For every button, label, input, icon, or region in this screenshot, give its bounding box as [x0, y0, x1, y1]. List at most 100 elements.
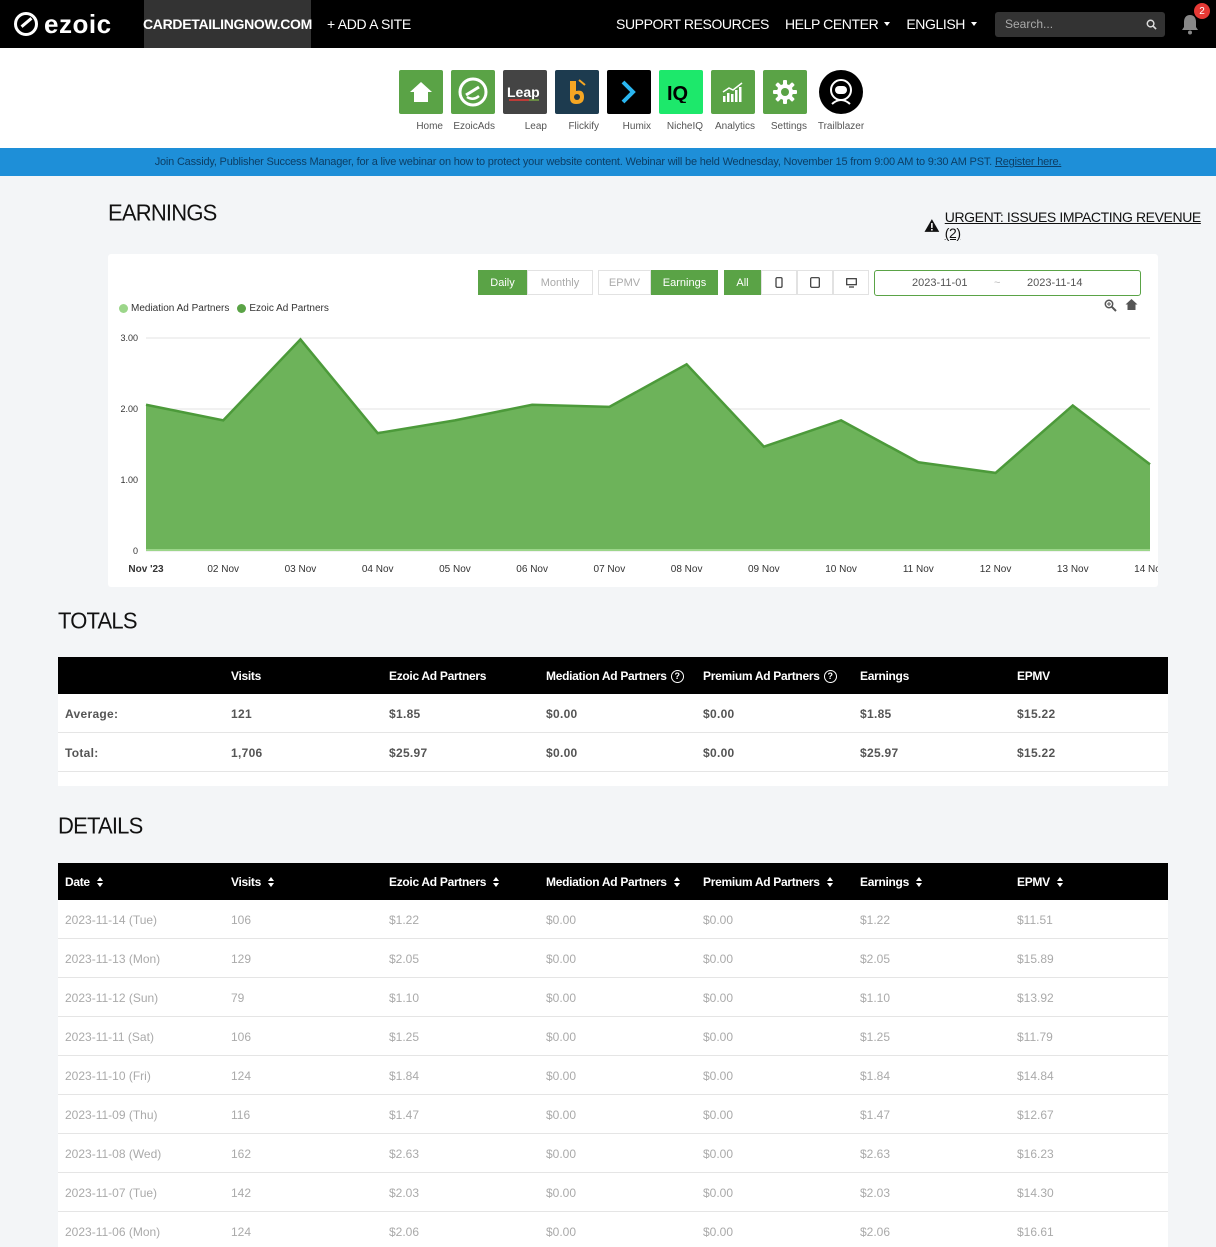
column-header-label: Visits [231, 875, 261, 889]
column-header[interactable]: EPMV [1017, 875, 1063, 889]
humix-icon [607, 70, 651, 114]
column-header: Earnings [860, 669, 909, 683]
sort-icon [915, 877, 922, 887]
app-humix[interactable]: Humix [607, 70, 651, 134]
table-cell: $11.51 [1017, 913, 1053, 927]
table-cell: 106 [231, 913, 252, 927]
column-header[interactable]: Date [65, 875, 103, 889]
x-tick-label: 03 Nov [285, 564, 317, 575]
table-cell: $16.61 [1017, 1225, 1054, 1239]
app-nicheiq[interactable]: IQ NicheIQ [659, 70, 703, 134]
table-cell: 2023-11-06 (Mon) [65, 1225, 161, 1239]
app-label: Analytics [714, 121, 755, 132]
app-ezoicads[interactable]: EzoicAds [451, 70, 495, 134]
table-cell: 124 [231, 1225, 252, 1239]
register-link[interactable]: Register here. [995, 156, 1061, 168]
table-cell: 142 [231, 1186, 252, 1200]
column-header[interactable]: Visits [231, 875, 274, 889]
notification-count-badge: 2 [1194, 3, 1210, 19]
table-cell: $0.00 [703, 991, 734, 1005]
x-tick-label: 06 Nov [516, 564, 548, 575]
column-header[interactable]: Mediation Ad Partners [546, 875, 680, 889]
app-label: Settings [770, 121, 807, 132]
sort-icon [493, 877, 500, 887]
language-dropdown[interactable]: ENGLISH [906, 16, 977, 32]
table-cell: $1.10 [389, 991, 420, 1005]
table-cell: 2023-11-14 (Tue) [65, 913, 158, 927]
table-cell: 2023-11-09 (Thu) [65, 1108, 158, 1122]
urgent-issues-link[interactable]: URGENT: ISSUES IMPACTING REVENUE (2) [924, 209, 1216, 241]
table-cell: 2023-11-08 (Wed) [65, 1147, 162, 1161]
chevron-down-icon [971, 22, 977, 26]
app-settings[interactable]: Settings [763, 70, 807, 134]
table-row: 2023-11-14 (Tue) 106 $1.22 $0.00 $0.00 $1.22 $… [58, 900, 1168, 939]
ezoic-logo[interactable]: ezoic [0, 0, 144, 48]
support-resources-link[interactable]: SUPPORT RESOURCES [616, 16, 769, 32]
x-tick-label: 10 Nov [825, 564, 857, 575]
column-header-label: Ezoic Ad Partners [389, 669, 487, 683]
table-cell: $15.22 [1017, 746, 1056, 760]
column-header-label: Premium Ad Partners [703, 669, 820, 683]
table-cell: 2023-11-12 (Sun) [65, 991, 159, 1005]
table-cell: $0.00 [703, 913, 734, 927]
table-cell: $0.00 [546, 1186, 577, 1200]
ezoic-logo-icon [14, 12, 38, 36]
x-tick-label: 09 Nov [748, 564, 780, 575]
column-header[interactable]: Premium Ad Partners [703, 875, 833, 889]
app-trailblazer[interactable]: Trailblazer [818, 70, 864, 134]
table-row: 2023-11-12 (Sun) 79 $1.10 $0.00 $0.00 $1.10 $1… [58, 978, 1168, 1017]
totals-table: Visits Ezoic Ad Partners Mediation Ad Part… [58, 657, 1168, 786]
table-cell: $25.97 [389, 746, 428, 760]
notifications-button[interactable]: 2 [1180, 3, 1210, 35]
table-cell: 116 [231, 1108, 251, 1122]
search-icon[interactable] [1146, 19, 1157, 30]
gear-icon [763, 70, 807, 114]
table-cell: $1.84 [389, 1069, 420, 1083]
table-cell: $1.25 [860, 1030, 891, 1044]
search-input[interactable] [1005, 17, 1146, 31]
series-area-ezoic [146, 339, 1150, 551]
table-row: 2023-11-07 (Tue) 142 $2.03 $0.00 $0.00 $2.03 $… [58, 1173, 1168, 1212]
language-label: ENGLISH [906, 16, 965, 32]
table-row: 2023-11-08 (Wed) 162 $2.63 $0.00 $0.00 $2.63 $… [58, 1134, 1168, 1173]
x-tick-label: 05 Nov [439, 564, 471, 575]
table-cell: Total: [65, 746, 99, 760]
table-row: Average: 121 $1.85 $0.00 $0.00 $1.85 $15.22 [58, 694, 1168, 733]
analytics-icon [711, 70, 755, 114]
table-cell: $1.25 [389, 1030, 420, 1044]
help-center-dropdown[interactable]: HELP CENTER [785, 16, 891, 32]
app-label: Flickify [568, 121, 599, 132]
column-header-label: Ezoic Ad Partners [389, 875, 487, 889]
help-icon[interactable]: ? [823, 669, 837, 683]
trailblazer-icon [819, 70, 863, 114]
table-cell: $1.22 [389, 913, 420, 927]
current-site-tab[interactable]: CARDETAILINGNOW.COM [143, 0, 312, 48]
app-analytics[interactable]: Analytics [711, 70, 755, 134]
details-title: DETAILS [58, 812, 143, 839]
table-cell: $1.47 [860, 1108, 891, 1122]
sort-icon [673, 877, 680, 887]
table-cell: $0.00 [546, 991, 577, 1005]
table-cell: $2.05 [860, 952, 891, 966]
table-cell: $13.92 [1017, 991, 1054, 1005]
app-leap[interactable]: Leap Leap [503, 70, 547, 134]
urgent-issues-label: URGENT: ISSUES IMPACTING REVENUE (2) [944, 209, 1201, 241]
totals-title: TOTALS [58, 607, 138, 634]
column-header[interactable]: Earnings [860, 875, 922, 889]
nicheiq-icon: IQ [659, 70, 703, 114]
column-header: Premium Ad Partners? [703, 669, 837, 683]
column-header: EPMV [1017, 669, 1050, 683]
home-icon [399, 70, 443, 114]
add-site-link[interactable]: + ADD A SITE [327, 16, 411, 32]
table-cell: $0.00 [546, 707, 578, 721]
column-header[interactable]: Ezoic Ad Partners [389, 875, 500, 889]
help-icon[interactable]: ? [670, 669, 684, 683]
table-cell: $1.85 [860, 707, 892, 721]
x-tick-label: 08 Nov [671, 564, 703, 575]
table-cell: $2.03 [389, 1186, 420, 1200]
app-flickify[interactable]: Flickify [555, 70, 599, 134]
column-header: Mediation Ad Partners? [546, 669, 684, 683]
app-home[interactable]: Home [399, 70, 443, 134]
table-cell: $0.00 [703, 746, 735, 760]
table-cell: $15.89 [1017, 952, 1054, 966]
